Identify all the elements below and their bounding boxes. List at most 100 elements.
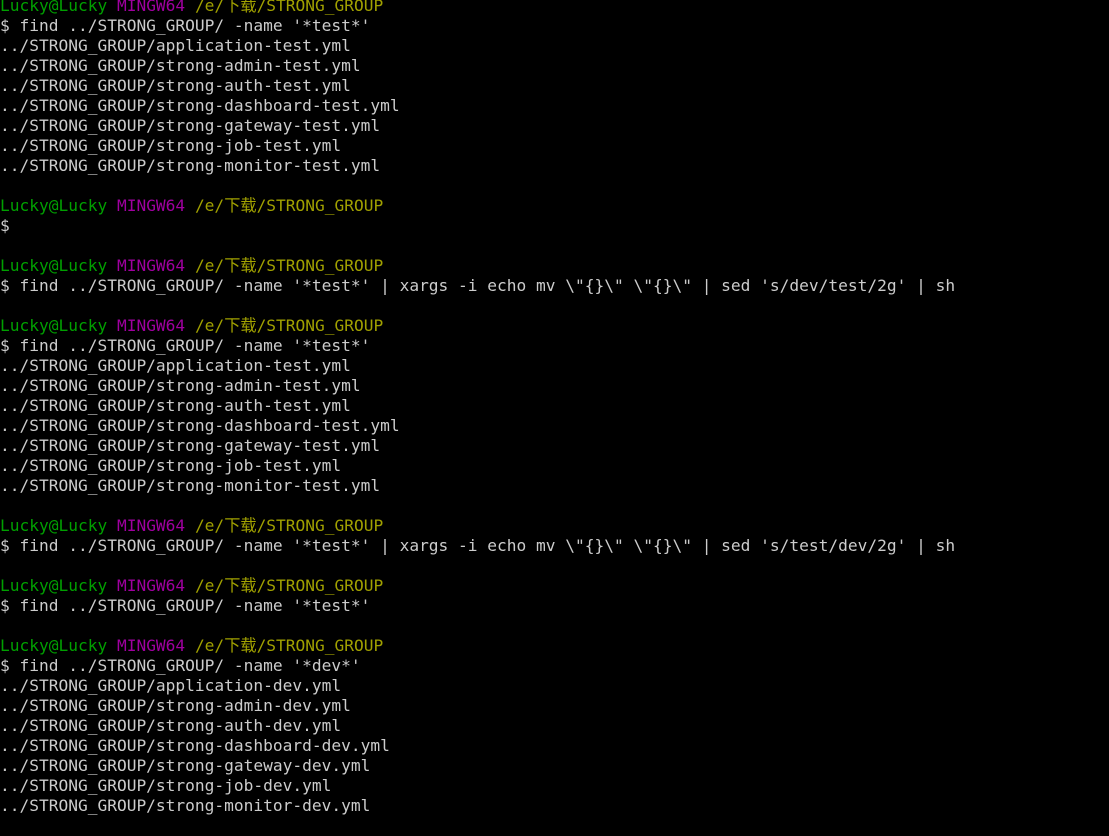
blank-line <box>0 556 1109 576</box>
command-text: $ find ../STRONG_GROUP/ -name '*test*' |… <box>0 536 956 555</box>
output-path: ../STRONG_GROUP/strong-dashboard-test.ym… <box>0 96 400 115</box>
blank <box>0 496 10 515</box>
blank <box>0 176 10 195</box>
output-line: ../STRONG_GROUP/application-dev.yml <box>0 676 1109 696</box>
prompt-path-suffix: /STRONG_GROUP <box>256 196 384 215</box>
prompt-shell-tag: MINGW64 <box>116 636 186 655</box>
prompt-path-suffix: /STRONG_GROUP <box>256 316 384 335</box>
command-text: $ find ../STRONG_GROUP/ -name '*dev*' <box>0 656 361 675</box>
prompt-line: Lucky@Lucky MINGW64 /e/下载/STRONG_GROUP <box>0 256 1109 276</box>
output-path: ../STRONG_GROUP/application-test.yml <box>0 36 351 55</box>
output-line: ../STRONG_GROUP/strong-job-test.yml <box>0 136 1109 156</box>
prompt-user-host: Lucky@Lucky <box>0 196 108 215</box>
output-path: ../STRONG_GROUP/strong-job-test.yml <box>0 136 342 155</box>
output-line: ../STRONG_GROUP/strong-gateway-test.yml <box>0 116 1109 136</box>
blank <box>0 296 10 315</box>
output-path: ../STRONG_GROUP/strong-job-dev.yml <box>0 776 332 795</box>
output-path: ../STRONG_GROUP/strong-dashboard-test.ym… <box>0 416 400 435</box>
prompt-line: Lucky@Lucky MINGW64 /e/下载/STRONG_GROUP <box>0 576 1109 596</box>
output-line: ../STRONG_GROUP/strong-dashboard-dev.yml <box>0 736 1109 756</box>
prompt-path-suffix: /STRONG_GROUP <box>256 0 384 15</box>
output-line: ../STRONG_GROUP/strong-gateway-test.yml <box>0 436 1109 456</box>
output-path: ../STRONG_GROUP/strong-gateway-test.yml <box>0 436 381 455</box>
prompt-user-host: Lucky@Lucky <box>0 636 108 655</box>
blank-line <box>0 616 1109 636</box>
output-line: ../STRONG_GROUP/application-test.yml <box>0 36 1109 56</box>
blank-line <box>0 296 1109 316</box>
output-path: ../STRONG_GROUP/strong-monitor-test.yml <box>0 476 381 495</box>
prompt-user-host: Lucky@Lucky <box>0 576 108 595</box>
prompt-user-host: Lucky@Lucky <box>0 256 108 275</box>
output-path: ../STRONG_GROUP/strong-gateway-dev.yml <box>0 756 371 775</box>
prompt-path-prefix: /e/ <box>194 0 225 15</box>
output-line: ../STRONG_GROUP/strong-job-test.yml <box>0 456 1109 476</box>
output-line: ../STRONG_GROUP/strong-monitor-test.yml <box>0 156 1109 176</box>
prompt-path-prefix: /e/ <box>194 316 225 335</box>
prompt-path-prefix: /e/ <box>194 576 225 595</box>
output-line: ../STRONG_GROUP/strong-admin-test.yml <box>0 56 1109 76</box>
prompt-user-host: Lucky@Lucky <box>0 316 108 335</box>
output-path: ../STRONG_GROUP/strong-admin-dev.yml <box>0 696 351 715</box>
command-line: $ find ../STRONG_GROUP/ -name '*test*' <box>0 596 1109 616</box>
prompt-path-suffix: /STRONG_GROUP <box>256 256 384 275</box>
output-line: ../STRONG_GROUP/application-test.yml <box>0 356 1109 376</box>
prompt-path-prefix: /e/ <box>194 196 225 215</box>
prompt-path-suffix: /STRONG_GROUP <box>256 576 384 595</box>
prompt-path-suffix: /STRONG_GROUP <box>256 636 384 655</box>
prompt-path-prefix: /e/ <box>194 256 225 275</box>
output-line: ../STRONG_GROUP/strong-admin-dev.yml <box>0 696 1109 716</box>
output-path: ../STRONG_GROUP/strong-auth-test.yml <box>0 396 351 415</box>
output-path: ../STRONG_GROUP/strong-admin-test.yml <box>0 56 361 75</box>
output-path: ../STRONG_GROUP/strong-auth-test.yml <box>0 76 351 95</box>
prompt-path-cjk: 下载 <box>224 576 257 595</box>
output-path: ../STRONG_GROUP/strong-admin-test.yml <box>0 376 361 395</box>
prompt-path-cjk: 下载 <box>224 256 257 275</box>
command-line: $ find ../STRONG_GROUP/ -name '*test*' <box>0 336 1109 356</box>
prompt-shell-tag: MINGW64 <box>116 576 186 595</box>
output-line: ../STRONG_GROUP/strong-auth-test.yml <box>0 396 1109 416</box>
output-line: ../STRONG_GROUP/strong-dashboard-test.ym… <box>0 96 1109 116</box>
blank <box>0 616 10 635</box>
command-line: $ find ../STRONG_GROUP/ -name '*dev*' <box>0 656 1109 676</box>
prompt-path-cjk: 下载 <box>224 0 257 15</box>
output-path: ../STRONG_GROUP/strong-gateway-test.yml <box>0 116 381 135</box>
output-path: ../STRONG_GROUP/strong-job-test.yml <box>0 456 342 475</box>
blank <box>0 236 10 255</box>
prompt-path-cjk: 下载 <box>224 516 257 535</box>
prompt-user-host: Lucky@Lucky <box>0 516 108 535</box>
output-path: ../STRONG_GROUP/application-test.yml <box>0 356 351 375</box>
command-line: $ find ../STRONG_GROUP/ -name '*test*' |… <box>0 536 1109 556</box>
output-line: ../STRONG_GROUP/strong-admin-test.yml <box>0 376 1109 396</box>
command-text: $ find ../STRONG_GROUP/ -name '*test*' <box>0 596 371 615</box>
terminal-screen[interactable]: Lucky@Lucky MINGW64 /e/下载/STRONG_GROUP $ … <box>0 0 1109 816</box>
prompt-line: Lucky@Lucky MINGW64 /e/下载/STRONG_GROUP <box>0 516 1109 536</box>
blank-line <box>0 236 1109 256</box>
prompt-line: Lucky@Lucky MINGW64 /e/下载/STRONG_GROUP <box>0 196 1109 216</box>
prompt-shell-tag: MINGW64 <box>116 316 186 335</box>
command-line: $ find ../STRONG_GROUP/ -name '*test*' |… <box>0 276 1109 296</box>
command-line: $ find ../STRONG_GROUP/ -name '*test*' <box>0 16 1109 36</box>
output-line: ../STRONG_GROUP/strong-auth-test.yml <box>0 76 1109 96</box>
output-line: ../STRONG_GROUP/strong-monitor-dev.yml <box>0 796 1109 816</box>
output-path: ../STRONG_GROUP/strong-monitor-test.yml <box>0 156 381 175</box>
command-text: $ find ../STRONG_GROUP/ -name '*test*' <box>0 16 371 35</box>
prompt-path-prefix: /e/ <box>194 516 225 535</box>
prompt-path-cjk: 下载 <box>224 316 257 335</box>
terminal-window[interactable]: Lucky@Lucky MINGW64 /e/下载/STRONG_GROUP $ … <box>0 0 1109 836</box>
command-text: $ find ../STRONG_GROUP/ -name '*test*' |… <box>0 276 956 295</box>
output-path: ../STRONG_GROUP/strong-auth-dev.yml <box>0 716 342 735</box>
prompt-path-suffix: /STRONG_GROUP <box>256 516 384 535</box>
blank-line <box>0 176 1109 196</box>
